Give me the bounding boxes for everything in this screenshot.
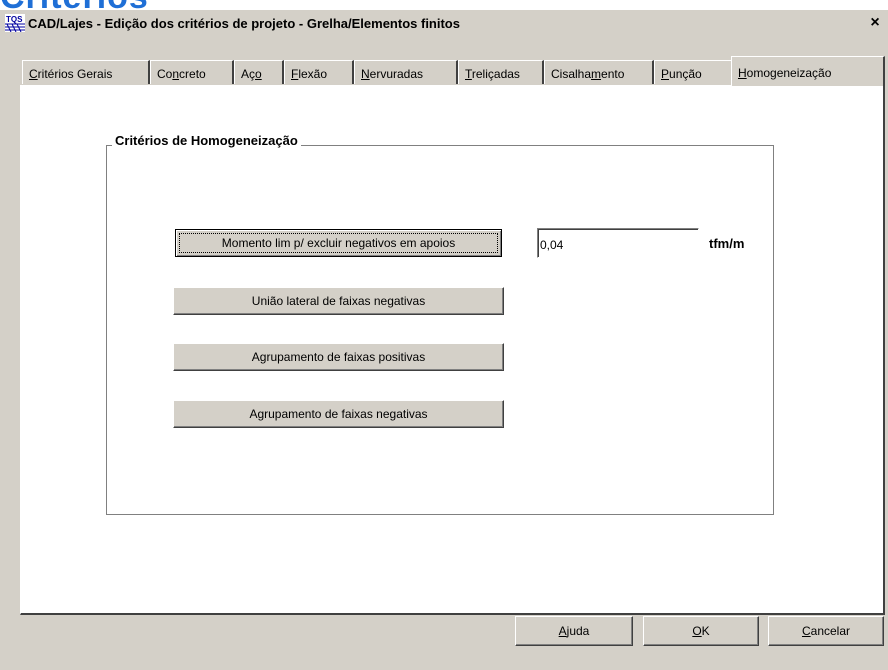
tab-homogeneizacao[interactable]: Homogeneização (731, 56, 885, 86)
uniao-lateral-label: União lateral de faixas negativas (251, 294, 426, 308)
agrupamento-positivas-label: Agrupamento de faixas positivas (251, 350, 426, 364)
momento-limite-input[interactable] (537, 228, 699, 258)
tab-mnemonic: N (361, 67, 370, 81)
tab-flexao[interactable]: Flexão (284, 60, 354, 84)
tab-nervuradas[interactable]: Nervuradas (354, 60, 458, 84)
tab-aco[interactable]: Aço (234, 60, 284, 84)
svg-text:TQS: TQS (6, 15, 23, 24)
tab-mnemonic: C (29, 67, 38, 81)
tab-concreto[interactable]: Concreto (150, 60, 234, 84)
close-icon: × (870, 14, 880, 31)
momento-limite-button[interactable]: Momento lim p/ excluir negativos em apoi… (175, 229, 502, 257)
homogeneization-groupbox (106, 145, 774, 515)
help-button[interactable]: Ajuda (515, 616, 633, 646)
uniao-lateral-button[interactable]: União lateral de faixas negativas (173, 287, 504, 315)
tab-mnemonic: P (661, 67, 670, 81)
tab-criterios-gerais[interactable]: Critérios Gerais (22, 60, 150, 84)
ok-button[interactable]: OK (643, 616, 759, 646)
agrupamento-negativas-button[interactable]: Agrupamento de faixas negativas (173, 400, 504, 428)
agrupamento-negativas-label: Agrupamento de faixas negativas (249, 407, 428, 421)
help-mnemonic: A (558, 624, 567, 638)
momento-unit-label: tfm/m (709, 236, 745, 251)
focus-rectangle (179, 233, 498, 253)
tab-mnemonic: T (465, 67, 472, 81)
dialog-titlebar[interactable]: TQS CAD/Lajes - Edição dos critérios de … (0, 10, 888, 36)
tqs-app-icon: TQS (4, 13, 26, 33)
close-button[interactable]: × (866, 14, 884, 32)
tab-cisalhamento[interactable]: Cisalhamento (544, 60, 654, 84)
ok-mnemonic: O (692, 624, 702, 638)
cancel-mnemonic: C (801, 624, 811, 638)
tab-mnemonic: m (591, 67, 602, 81)
tab-trelicadas[interactable]: Treliçadas (458, 60, 544, 84)
agrupamento-positivas-button[interactable]: Agrupamento de faixas positivas (173, 343, 504, 371)
tab-mnemonic: o (255, 67, 262, 81)
groupbox-title: Critérios de Homogeneização (112, 133, 301, 148)
dialog-title: CAD/Lajes - Edição dos critérios de proj… (28, 15, 460, 31)
cancel-button[interactable]: Cancelar (768, 616, 884, 646)
tab-puncao[interactable]: Punção (654, 60, 734, 84)
tab-mnemonic: H (738, 66, 747, 80)
